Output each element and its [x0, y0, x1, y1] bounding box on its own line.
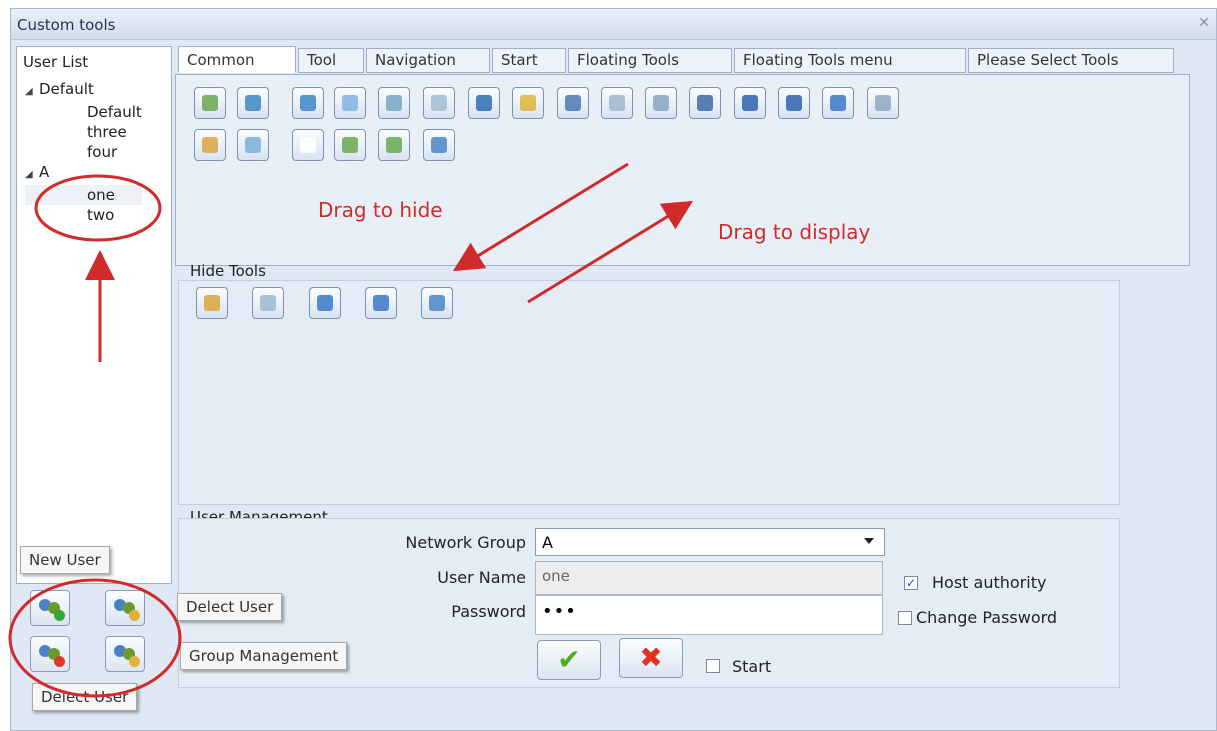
eraser-icon[interactable]	[309, 287, 341, 319]
delete-user-tooltip-bottom: Delect User	[32, 683, 138, 711]
host-authority-checkbox[interactable]: ✓	[904, 576, 918, 590]
highlighter-icon[interactable]	[468, 87, 500, 119]
expand-triangle-icon[interactable]: ◢	[25, 165, 39, 185]
tree-item-one[interactable]: one	[25, 185, 142, 205]
spotlight-icon[interactable]	[252, 287, 284, 319]
window-title: Custom tools	[17, 16, 116, 34]
tree-group-a[interactable]: ◢ A	[25, 162, 142, 185]
tab-common[interactable]: Common	[178, 46, 296, 73]
tab-floating-tools-menu[interactable]: Floating Tools menu	[734, 48, 966, 73]
password-field[interactable]: •••	[535, 595, 883, 635]
user-list-panel: User List ◢ Default Default three four ◢ A…	[16, 46, 172, 584]
pen-icon[interactable]	[365, 287, 397, 319]
user-name-label: User Name	[437, 568, 526, 587]
user-tree: ◢ Default Default three four ◢ A one two	[25, 79, 142, 225]
magnifier-icon[interactable]	[196, 287, 228, 319]
undo-icon[interactable]	[734, 87, 766, 119]
drag-to-display-annotation: Drag to display	[718, 220, 871, 244]
capture-icon[interactable]	[867, 87, 899, 119]
redo-icon[interactable]	[778, 87, 810, 119]
hide-tools-label: Hide Tools	[190, 262, 266, 280]
tab-tool[interactable]: Tool	[298, 48, 364, 73]
new-user-tooltip: New User	[20, 546, 110, 574]
marker-icon[interactable]	[512, 87, 544, 119]
tree-group-default[interactable]: ◢ Default	[25, 79, 142, 102]
user-name-field[interactable]: one	[535, 561, 883, 595]
hide-tools-panel	[178, 280, 1120, 505]
eraser-icon[interactable]	[557, 87, 589, 119]
network-group-label: Network Group	[405, 533, 526, 552]
brush-icon[interactable]	[378, 87, 410, 119]
expand-triangle-icon[interactable]: ◢	[25, 82, 39, 102]
smart-pen-icon[interactable]	[334, 87, 366, 119]
delete-user-button[interactable]	[30, 636, 70, 672]
monitor-icon[interactable]	[423, 129, 455, 161]
pen-icon[interactable]	[292, 87, 324, 119]
gesture-icon[interactable]	[645, 87, 677, 119]
title-bar: Custom tools ✕	[11, 9, 1216, 40]
change-password-checkbox[interactable]	[898, 611, 912, 625]
tab-please-select-tools[interactable]: Please Select Tools	[968, 48, 1174, 73]
network-group-select[interactable]: A	[535, 528, 885, 556]
check-icon: ✔	[557, 643, 581, 676]
password-label: Password	[451, 602, 526, 621]
group-management-tooltip: Group Management	[180, 642, 348, 670]
add-user-button[interactable]	[30, 590, 70, 626]
play-icon[interactable]	[237, 87, 269, 119]
chevron-down-icon	[864, 538, 874, 544]
common-tools-panel	[175, 74, 1190, 266]
tree-item-two[interactable]: two	[25, 205, 142, 225]
x-icon: ✖	[639, 641, 663, 674]
recognize-icon[interactable]	[689, 87, 721, 119]
close-icon[interactable]: ✕	[1198, 15, 1210, 31]
tree-item-three[interactable]: three	[25, 122, 142, 142]
tab-start[interactable]: Start	[492, 48, 566, 73]
start-label: Start	[732, 657, 772, 676]
shape-pen-icon[interactable]	[423, 87, 455, 119]
drag-to-hide-annotation: Drag to hide	[318, 198, 443, 222]
shapes-icon[interactable]	[237, 129, 269, 161]
new-page-icon[interactable]	[194, 87, 226, 119]
tab-navigation[interactable]: Navigation	[366, 48, 490, 73]
select-icon[interactable]	[601, 87, 633, 119]
confirm-button[interactable]: ✔	[537, 640, 601, 680]
tree-item-default[interactable]: Default	[25, 102, 142, 122]
host-authority-label: Host authority	[932, 573, 1047, 592]
magnifier-icon[interactable]	[194, 129, 226, 161]
delete-user-tooltip-right: Delect User	[177, 593, 283, 621]
blank-page-icon[interactable]	[292, 129, 324, 161]
panel-icon[interactable]	[421, 287, 453, 319]
start-checkbox[interactable]	[706, 659, 720, 673]
change-password-label: Change Password	[916, 608, 1058, 627]
group-management-button[interactable]	[105, 636, 145, 672]
tree-item-four[interactable]: four	[25, 142, 142, 162]
replace-icon[interactable]	[378, 129, 410, 161]
insert-icon[interactable]	[334, 129, 366, 161]
user-list-header: User List	[23, 53, 89, 71]
edit-user-button[interactable]	[105, 590, 145, 626]
cancel-button[interactable]: ✖	[619, 638, 683, 678]
screen-icon[interactable]	[822, 87, 854, 119]
tab-floating-tools[interactable]: Floating Tools	[568, 48, 732, 73]
